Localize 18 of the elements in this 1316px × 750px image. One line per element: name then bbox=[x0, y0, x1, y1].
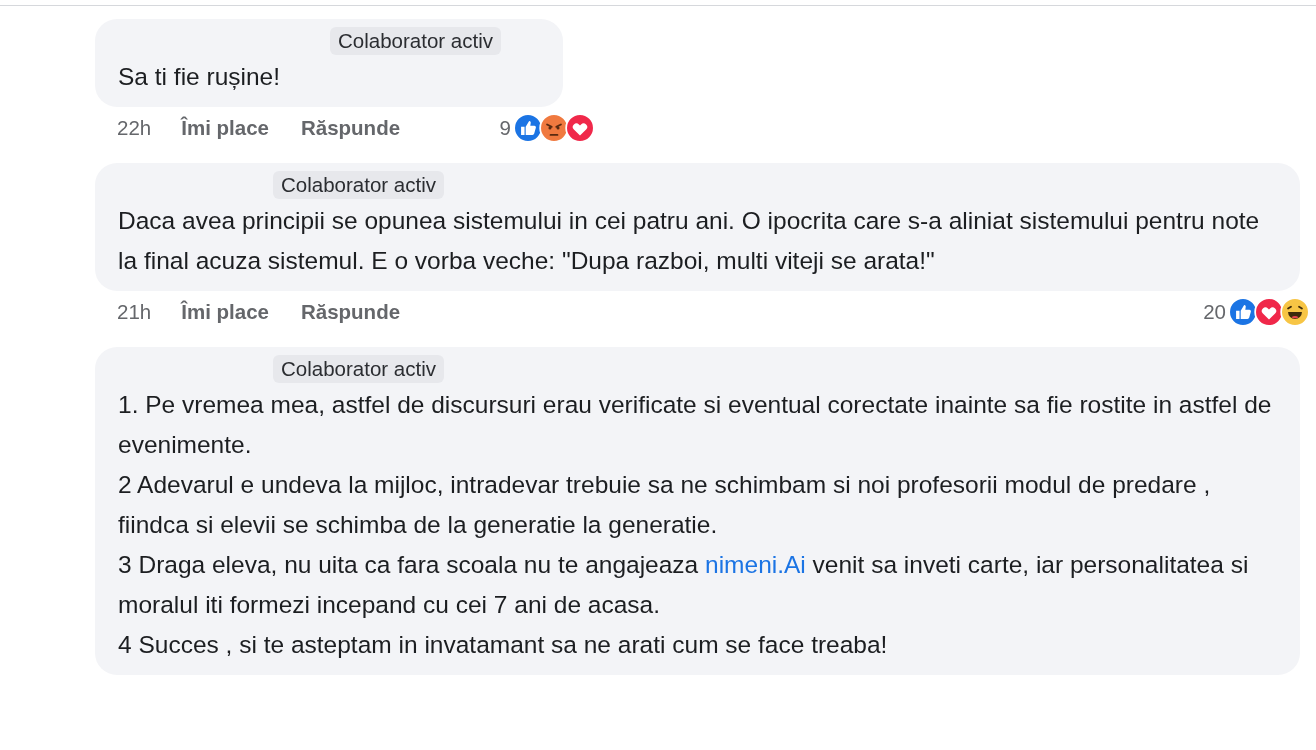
reaction-count: 9 bbox=[499, 116, 511, 140]
contributor-badge: Colaborator activ bbox=[273, 355, 444, 383]
contributor-badge: Colaborator activ bbox=[273, 171, 444, 199]
comment-text: Sa ti fie rușine! bbox=[118, 62, 282, 92]
comment-text: 3 Draga eleva, nu uita ca fara scoala nu te angajeaza nimeni.Ai venit sa inveti carte, iar personalitatea si moralul iti formezi incepand cu cei 7 ani de acasa. bbox=[118, 550, 1250, 620]
contributor-badge: Colaborator activ bbox=[330, 27, 501, 55]
comment-text: 1. Pe vremea mea, astfel de discursuri erau verificate si eventual corectate inainte sa fie rostite in astfel de evenimente. bbox=[118, 390, 1273, 460]
comment-time: 21h bbox=[117, 300, 152, 324]
reply-link[interactable]: Răspunde bbox=[300, 300, 401, 324]
reply-link[interactable]: Răspunde bbox=[300, 116, 401, 140]
like-link[interactable]: Îmi place bbox=[181, 300, 269, 324]
like-link[interactable]: Îmi place bbox=[181, 116, 269, 140]
comment-text: 4 Succes , si te asteptam in invatamant sa ne arati cum se face treaba! bbox=[118, 630, 889, 660]
comment-text: Daca avea principii se opunea sistemului in cei patru ani. O ipocrita care s-a aliniat sistemului pentru note la final acuza sistemul. E o vorba veche: "Dupa razboi, multi viteji se arata!" bbox=[118, 206, 1261, 276]
mention-link[interactable]: nimeni.Ai bbox=[705, 551, 806, 578]
comment-text: 2 Adevarul e undeva la mijloc, intradevar trebuie sa ne schimbam si noi profesorii modul de predare , fiindca si elevii se schimba de la generatie la generatie. bbox=[118, 470, 1212, 540]
reaction-count: 20 bbox=[1203, 300, 1226, 324]
comment-time: 22h bbox=[117, 116, 152, 140]
